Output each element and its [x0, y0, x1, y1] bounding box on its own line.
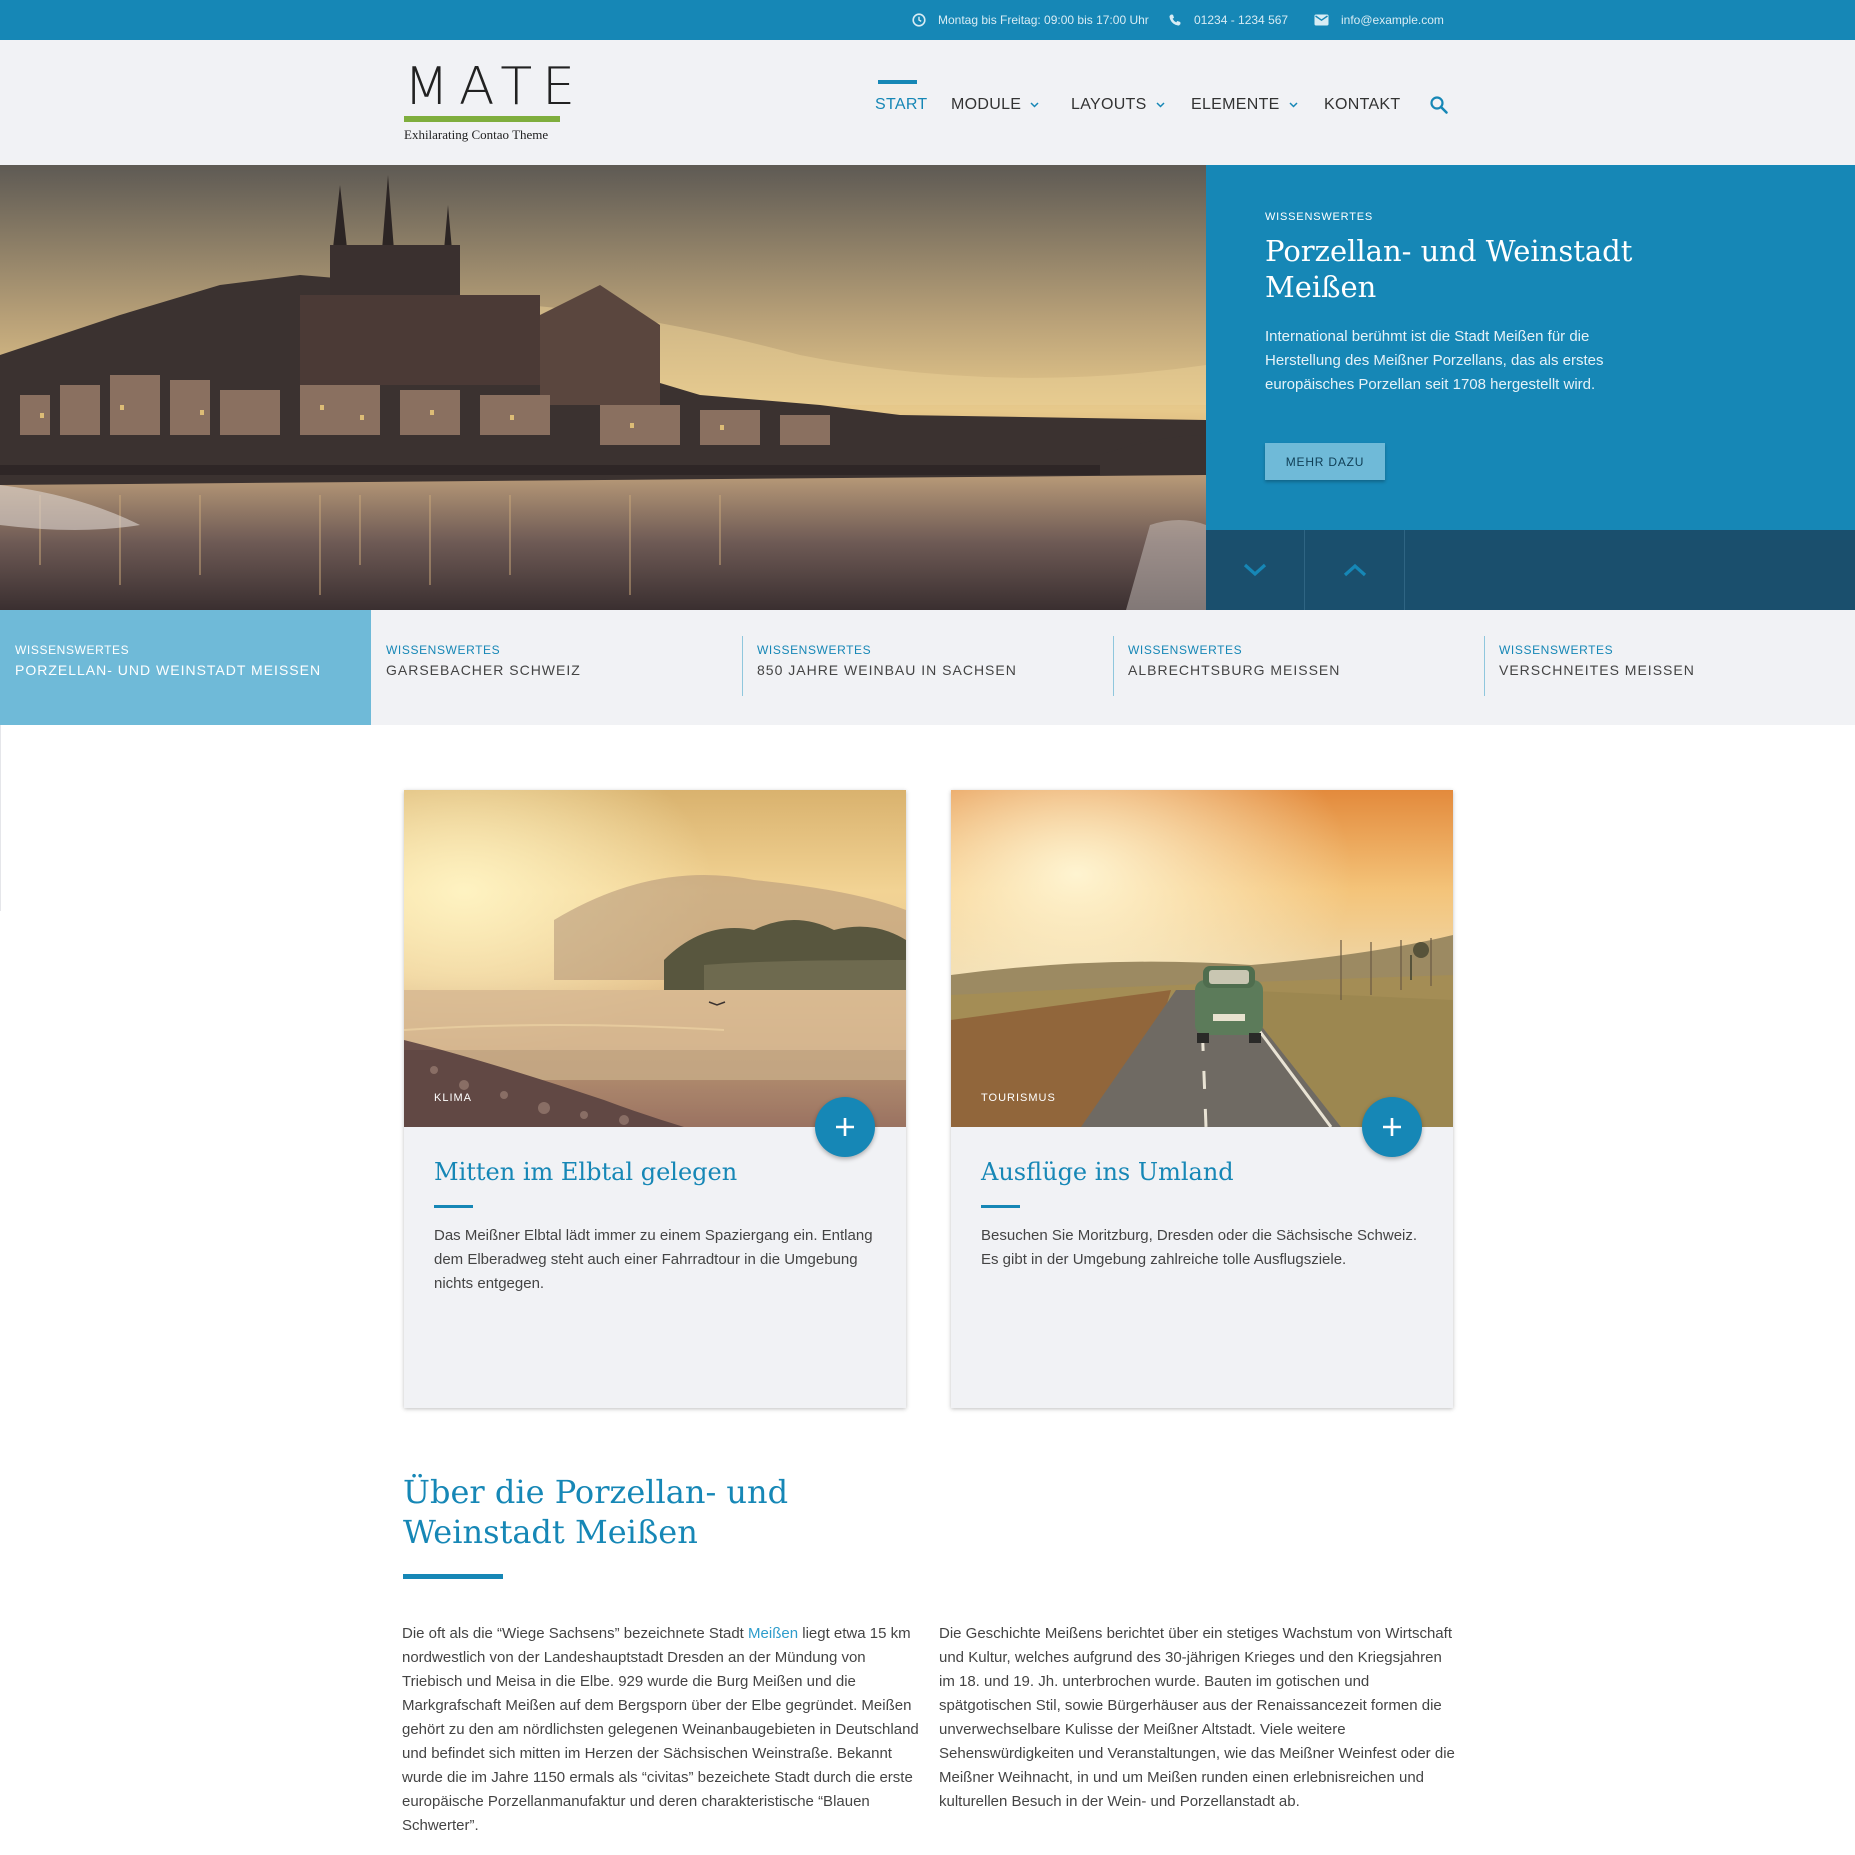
site-logo[interactable]: MATE Exhilarating Contao Theme [404, 57, 586, 143]
river-landscape-image [404, 790, 906, 1127]
nav-item-elemente[interactable]: ELEMENTE [1191, 96, 1298, 114]
slide-tab-kicker: WISSENSWERTES [757, 643, 872, 657]
divider [0, 725, 1, 911]
slide-tab-kicker: WISSENSWERTES [15, 643, 130, 657]
nav-active-indicator [878, 80, 917, 84]
tab-divider [1484, 636, 1485, 696]
hero-text-panel: WISSENSWERTES Porzellan- und Weinstadt M… [1206, 165, 1855, 530]
slide-tab-kicker: WISSENSWERTES [1499, 643, 1614, 657]
card-image [951, 790, 1453, 1127]
slide-tab-title: ALBRECHTSBURG MEISSEN [1128, 662, 1341, 678]
slide-tabs: WISSENSWERTES PORZELLAN- UND WEINSTADT M… [0, 610, 1855, 725]
slide-tab-title: 850 JAHRE WEINBAU IN SACHSEN [757, 662, 1017, 678]
slide-tab-title: GARSEBACHER SCHWEIZ [386, 662, 581, 678]
slide-tab[interactable]: WISSENSWERTES GARSEBACHER SCHWEIZ [371, 610, 742, 725]
card-text: Besuchen Sie Moritzburg, Dresden oder di… [981, 1227, 1418, 1268]
meissen-link[interactable]: Meißen [748, 1625, 798, 1642]
slide-tab[interactable]: WISSENSWERTES ALBRECHTSBURG MEISSEN [1113, 610, 1484, 725]
card-category: TOURISMUS [981, 1092, 1056, 1104]
nav-item-module[interactable]: MODULE [951, 96, 1039, 114]
top-info-bar: Montag bis Freitag: 09:00 bis 17:00 Uhr … [0, 0, 1855, 40]
nav-item-label: START [875, 96, 928, 113]
hero-description: International berühmt ist die Stadt Meiß… [1265, 328, 1604, 393]
section-title: Über die Porzellan- und Weinstadt Meißen [403, 1473, 789, 1551]
country-road-car-image [951, 790, 1453, 1127]
email-text[interactable]: info@example.com [1341, 13, 1444, 27]
logo-wordmark: MATE [404, 57, 586, 117]
nav-item-layouts[interactable]: LAYOUTS [1071, 96, 1165, 114]
slide-tab[interactable]: WISSENSWERTES 850 JAHRE WEINBAU IN SACHS… [742, 610, 1113, 725]
nav-item-label: ELEMENTE [1191, 96, 1280, 113]
nav-item-label: KONTAKT [1324, 96, 1401, 113]
opening-hours-text: Montag bis Freitag: 09:00 bis 17:00 Uhr [938, 13, 1149, 27]
plus-icon [836, 1118, 854, 1136]
card-image [404, 790, 906, 1127]
tab-divider [1113, 636, 1114, 696]
card-title[interactable]: Mitten im Elbtal gelegen [434, 1158, 737, 1186]
teaser-card: TOURISMUS Ausflüge ins Umland Besuchen S… [951, 790, 1453, 1408]
site-header: MATE Exhilarating Contao Theme [0, 40, 1855, 165]
card-title-underline [981, 1205, 1020, 1208]
chevron-down-icon [1289, 102, 1298, 108]
logo-tagline: Exhilarating Contao Theme [404, 127, 549, 142]
hero-title: Porzellan- und Weinstadt Meißen [1265, 234, 1633, 304]
opening-hours: Montag bis Freitag: 09:00 bis 17:00 Uhr [912, 0, 1149, 40]
mail-icon [1314, 14, 1329, 26]
about-text-part: liegt etwa 15 km nordwestlich von der La… [402, 1625, 919, 1834]
clock-icon [912, 13, 926, 27]
tab-divider [742, 636, 743, 696]
slide-tab-kicker: WISSENSWERTES [386, 643, 501, 657]
expand-button[interactable] [815, 1097, 875, 1157]
slide-tab[interactable]: WISSENSWERTES PORZELLAN- UND WEINSTADT M… [0, 610, 371, 725]
slide-tab-title: VERSCHNEITES MEISSEN [1499, 662, 1695, 678]
section-title-underline [403, 1574, 503, 1579]
castle-sunset-image [0, 165, 1206, 610]
hero-image [0, 165, 1206, 610]
card-title[interactable]: Ausflüge ins Umland [981, 1158, 1234, 1186]
card-title-underline [434, 1205, 473, 1208]
chevron-down-icon [1030, 102, 1039, 108]
chevron-up-icon [1343, 563, 1367, 577]
phone-text[interactable]: 01234 - 1234 567 [1194, 13, 1288, 27]
expand-button[interactable] [1362, 1097, 1422, 1157]
slide-tab-kicker: WISSENSWERTES [1128, 643, 1243, 657]
about-text-part: Die oft als die “Wiege Sachsens” bezeich… [402, 1625, 749, 1642]
about-text-left: Die oft als die “Wiege Sachsens” bezeich… [402, 1622, 922, 1838]
slider-prev-button[interactable] [1306, 530, 1405, 610]
nav-item-label: MODULE [951, 96, 1022, 113]
nav-item-start[interactable]: START [875, 96, 927, 114]
slide-tab[interactable]: WISSENSWERTES VERSCHNEITES MEISSEN [1484, 610, 1855, 725]
slider-next-button[interactable] [1206, 530, 1305, 610]
teaser-card: KLIMA Mitten im Elbtal gelegen Das Meißn… [404, 790, 906, 1408]
search-icon[interactable] [1429, 95, 1449, 115]
nav-item-kontakt[interactable]: KONTAKT [1324, 96, 1400, 114]
about-text-right: Die Geschichte Meißens berichtet über ei… [939, 1625, 1455, 1810]
plus-icon [1383, 1118, 1401, 1136]
nav-item-label: LAYOUTS [1071, 96, 1147, 113]
slide-tab-title: PORZELLAN- UND WEINSTADT MEISSEN [15, 662, 322, 678]
hero-kicker: WISSENSWERTES [1265, 211, 1373, 223]
card-text: Das Meißner Elbtal lädt immer zu einem S… [434, 1227, 873, 1292]
phone-icon [1169, 14, 1181, 26]
chevron-down-icon [1243, 563, 1267, 577]
slider-controls [1206, 530, 1855, 610]
phone-info[interactable]: 01234 - 1234 567 [1168, 0, 1288, 40]
chevron-down-icon [1156, 102, 1165, 108]
card-category: KLIMA [434, 1092, 473, 1104]
email-info[interactable]: info@example.com [1314, 0, 1444, 40]
more-button[interactable]: MEHR DAZU [1265, 443, 1385, 480]
